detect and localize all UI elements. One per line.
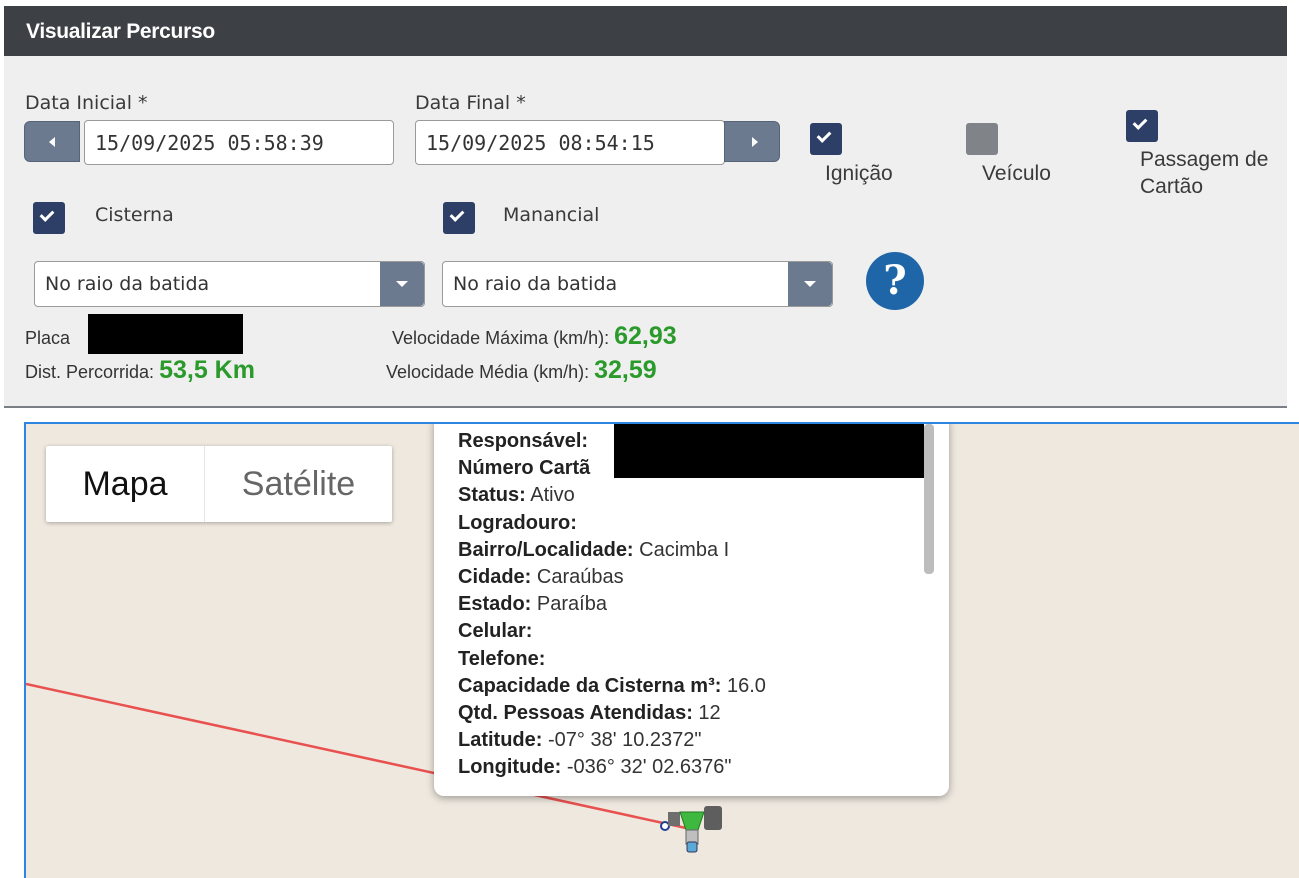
placa-label: Placa — [25, 328, 71, 348]
next-date-button[interactable] — [724, 121, 780, 162]
dropdown-arrow-icon[interactable] — [788, 262, 832, 306]
passagem-cartao-label-line1: Passagem de — [1140, 148, 1269, 171]
popup-row-key: Longitude: — [458, 756, 562, 779]
popup-row: Qtd. Pessoas Atendidas: 12 — [458, 700, 766, 727]
cisterna-checkbox[interactable] — [33, 202, 65, 234]
velocidade-maxima-label: Velocidade Máxima (km/h): — [392, 328, 610, 348]
divider — [4, 406, 1287, 408]
popup-row-key: Logradouro: — [458, 511, 577, 534]
popup-row: Celular: — [458, 618, 766, 645]
data-final-input[interactable]: 15/09/2025 08:54:15 — [415, 120, 725, 165]
popup-row-value: -07° 38' 10.2372" — [542, 729, 702, 752]
cisterna-select[interactable]: No raio da batida — [34, 261, 425, 307]
passagem-cartao-checkbox[interactable] — [1126, 110, 1158, 142]
popup-row-value: Paraíba — [531, 593, 607, 616]
veiculo-label: Veículo — [982, 162, 1051, 185]
popup-row-value: Cacimba I — [633, 538, 730, 561]
ignicao-checkbox[interactable] — [810, 123, 842, 155]
velocidade-media: Velocidade Média (km/h): 32,59 — [386, 356, 657, 385]
cisterna-label: Cisterna — [95, 204, 174, 226]
popup-row-value: Ativo — [525, 484, 575, 507]
popup-row-value: Caraúbas — [531, 566, 624, 589]
dist-percorrida-label: Dist. Percorrida: — [25, 362, 155, 382]
map-type-satellite-button[interactable]: Satélite — [204, 446, 392, 522]
popup-row-key: Celular: — [458, 620, 533, 643]
popup-row: Capacidade da Cisterna m³: 16.0 — [458, 673, 766, 700]
checkmark-icon — [1132, 115, 1148, 130]
data-inicial-label: Data Inicial * — [25, 92, 148, 114]
vehicle-marker-icon[interactable] — [654, 792, 734, 858]
title-bar: Visualizar Percurso — [4, 6, 1287, 56]
popup-scrollbar[interactable] — [924, 424, 934, 574]
popup-row-key: Cidade: — [458, 566, 532, 589]
popup-row-value: 12 — [692, 702, 721, 725]
popup-content: Responsável: Número Cartã Status: Ativo Log… — [458, 428, 766, 782]
checkmark-icon — [39, 207, 55, 222]
map-type-mapa-button[interactable]: Mapa — [46, 446, 204, 522]
popup-row: Longitude: -036° 32' 02.6376" — [458, 754, 766, 781]
popup-row-key: Estado: — [458, 593, 532, 616]
checkmark-icon — [816, 128, 832, 143]
popup-row-key: Telefone: — [458, 647, 546, 670]
popup-row-key: Capacidade da Cisterna m³: — [458, 674, 722, 697]
data-final-label: Data Final * — [415, 92, 526, 114]
info-popup[interactable]: Responsável: Número Cartã Status: Ativo Log… — [434, 424, 949, 796]
popup-row: Latitude: -07° 38' 10.2372" — [458, 727, 766, 754]
popup-row-value: 16.0 — [721, 674, 766, 697]
help-button[interactable]: ? — [866, 252, 924, 310]
popup-row-key: Latitude: — [458, 729, 543, 752]
popup-row: Cidade: Caraúbas — [458, 564, 766, 591]
manancial-label: Manancial — [503, 204, 600, 226]
popup-row-key: Responsável: — [458, 430, 589, 452]
velocidade-media-value: 32,59 — [594, 356, 657, 384]
popup-row-key: Status: — [458, 484, 526, 507]
redacted-placa — [88, 314, 243, 354]
popup-row: Logradouro: — [458, 510, 766, 537]
manancial-checkbox[interactable] — [443, 202, 475, 234]
velocidade-maxima: Velocidade Máxima (km/h): 62,93 — [392, 322, 677, 351]
popup-row: Bairro/Localidade: Cacimba I — [458, 537, 766, 564]
arrow-right-icon — [752, 137, 758, 147]
redacted-info — [614, 424, 924, 478]
popup-row-value: -036° 32' 02.6376" — [561, 756, 732, 779]
map-type-control: Mapa Satélite — [46, 446, 392, 522]
popup-row-key: Número Cartã — [458, 457, 591, 480]
popup-row-key: Bairro/Localidade: — [458, 538, 634, 561]
popup-row: Telefone: — [458, 646, 766, 673]
checkmark-icon — [449, 207, 465, 222]
dist-percorrida-value: 53,5 Km — [159, 356, 255, 384]
window-title: Visualizar Percurso — [26, 20, 215, 43]
manancial-select[interactable]: No raio da batida — [442, 261, 833, 307]
popup-row: Estado: Paraíba — [458, 591, 766, 618]
veiculo-checkbox[interactable] — [966, 123, 998, 155]
arrow-left-icon — [49, 137, 55, 147]
manancial-select-value: No raio da batida — [453, 273, 618, 295]
dropdown-arrow-icon[interactable] — [380, 262, 424, 306]
previous-date-button[interactable] — [24, 121, 80, 162]
filter-panel: Data Inicial * 15/09/2025 05:58:39 Data … — [4, 56, 1287, 408]
popup-row: Status: Ativo — [458, 482, 766, 509]
velocidade-media-label: Velocidade Média (km/h): — [386, 362, 590, 382]
passagem-cartao-label-line2: Cartão — [1140, 175, 1204, 198]
cisterna-select-value: No raio da batida — [45, 273, 210, 295]
popup-row-key: Qtd. Pessoas Atendidas: — [458, 702, 693, 725]
velocidade-maxima-value: 62,93 — [614, 322, 677, 350]
map-view[interactable]: Mapa Satélite Responsável: Número Cartã St… — [24, 422, 1299, 878]
dist-percorrida: Dist. Percorrida: 53,5 Km — [25, 356, 255, 385]
data-inicial-input[interactable]: 15/09/2025 05:58:39 — [84, 120, 394, 165]
ignicao-label: Ignição — [825, 162, 893, 185]
